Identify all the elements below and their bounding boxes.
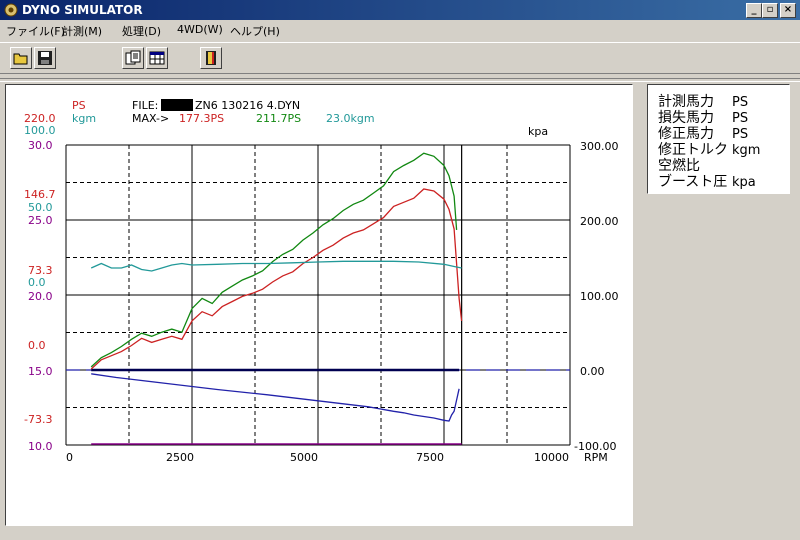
right-tick-0: 300.00: [580, 140, 619, 153]
file-prefix: FILE:: [132, 99, 158, 112]
title-bar: DYNO SIMULATOR _ ▫ ×: [0, 0, 800, 20]
legend-name: ブースト圧: [658, 174, 728, 190]
window-title: DYNO SIMULATOR: [22, 3, 143, 17]
left-tick-afr-1: 25.0: [28, 214, 53, 227]
legend-unit: kgm: [732, 143, 761, 158]
toolbar: [0, 42, 800, 74]
left-tick-kgm-2: 0.0: [28, 276, 46, 289]
dyno-chart: PS kgm FILE: ZN6 130216 4.DYN MAX-> 177.…: [24, 99, 619, 464]
open-folder-button[interactable]: [10, 47, 32, 69]
max-label: MAX->: [132, 112, 169, 125]
right-tick-2: 100.00: [580, 290, 619, 303]
x-tick-4: 10000: [534, 451, 569, 464]
measured-power-line: [90, 152, 458, 368]
corrected-power-line: [90, 188, 463, 370]
x-tick-3: 7500: [416, 451, 444, 464]
menu-4wd[interactable]: 4WD(W): [177, 23, 223, 36]
process-icon: [125, 50, 141, 65]
menu-file[interactable]: ファイル(F): [6, 23, 65, 39]
chart-panel: PS kgm FILE: ZN6 130216 4.DYN MAX-> 177.…: [5, 84, 633, 526]
left-tick-afr-4: 10.0: [28, 440, 53, 453]
status-strip: [0, 528, 800, 540]
menu-process[interactable]: 処理(D): [122, 23, 161, 39]
maximize-button[interactable]: ▫: [762, 3, 778, 18]
menu-help[interactable]: ヘルプ(H): [230, 23, 280, 39]
table-button[interactable]: [146, 47, 168, 69]
left-tick-kgm-1: 50.0: [28, 201, 53, 214]
toolbar-separator: [0, 78, 800, 82]
series-layer: [90, 152, 463, 422]
close-button[interactable]: ×: [780, 3, 796, 18]
grid: [65, 144, 571, 446]
x-tick-1: 2500: [166, 451, 194, 464]
left-tick-ps-1: 146.7: [24, 188, 56, 201]
x-tick-0: 0: [66, 451, 73, 464]
left-tick-ps-4: -73.3: [24, 413, 52, 426]
ps-unit-label: PS: [72, 99, 86, 112]
left-tick-afr-0: 30.0: [28, 139, 53, 152]
legend-unit: kpa: [732, 175, 756, 190]
corrected-torque-line: [90, 260, 462, 272]
table-icon: [149, 51, 165, 65]
exit-door-icon: [206, 51, 216, 65]
max-ps2-value: 211.7PS: [256, 112, 301, 125]
max-ps-value: 177.3PS: [179, 112, 224, 125]
process-button[interactable]: [122, 47, 144, 69]
legend-panel: 計測馬力 PS 損失馬力 PS 修正馬力 PS 修正トルク kgm 空燃比 ブースト圧 k…: [647, 84, 790, 194]
open-folder-icon: [13, 53, 28, 65]
save-disk-icon: [38, 51, 52, 65]
kgm-unit-label: kgm: [72, 112, 96, 125]
right-tick-4: -100.00: [574, 440, 616, 453]
menu-bar: ファイル(F) 計測(M) 処理(D) 4WD(W) ヘルプ(H): [0, 20, 800, 40]
redacted-block: [161, 99, 193, 111]
right-axis-unit: kpa: [528, 125, 548, 138]
minimize-button[interactable]: _: [746, 3, 762, 18]
right-tick-1: 200.00: [580, 215, 619, 228]
right-tick-3: 0.00: [580, 365, 605, 378]
save-button[interactable]: [34, 47, 56, 69]
boost-pressure-line: [91, 373, 460, 422]
left-tick-ps-3: 0.0: [28, 339, 46, 352]
menu-measure[interactable]: 計測(M): [62, 23, 102, 39]
app-icon[interactable]: [4, 3, 18, 17]
file-name: ZN6 130216 4.DYN: [195, 99, 300, 112]
left-tick-afr-3: 15.0: [28, 365, 53, 378]
left-tick-kgm-0: 100.0: [24, 124, 56, 137]
legend-row: ブースト圧 kpa: [658, 171, 756, 191]
max-kgm-value: 23.0kgm: [326, 112, 375, 125]
left-tick-afr-2: 20.0: [28, 290, 53, 303]
exit-button[interactable]: [200, 47, 222, 69]
x-tick-2: 5000: [290, 451, 318, 464]
